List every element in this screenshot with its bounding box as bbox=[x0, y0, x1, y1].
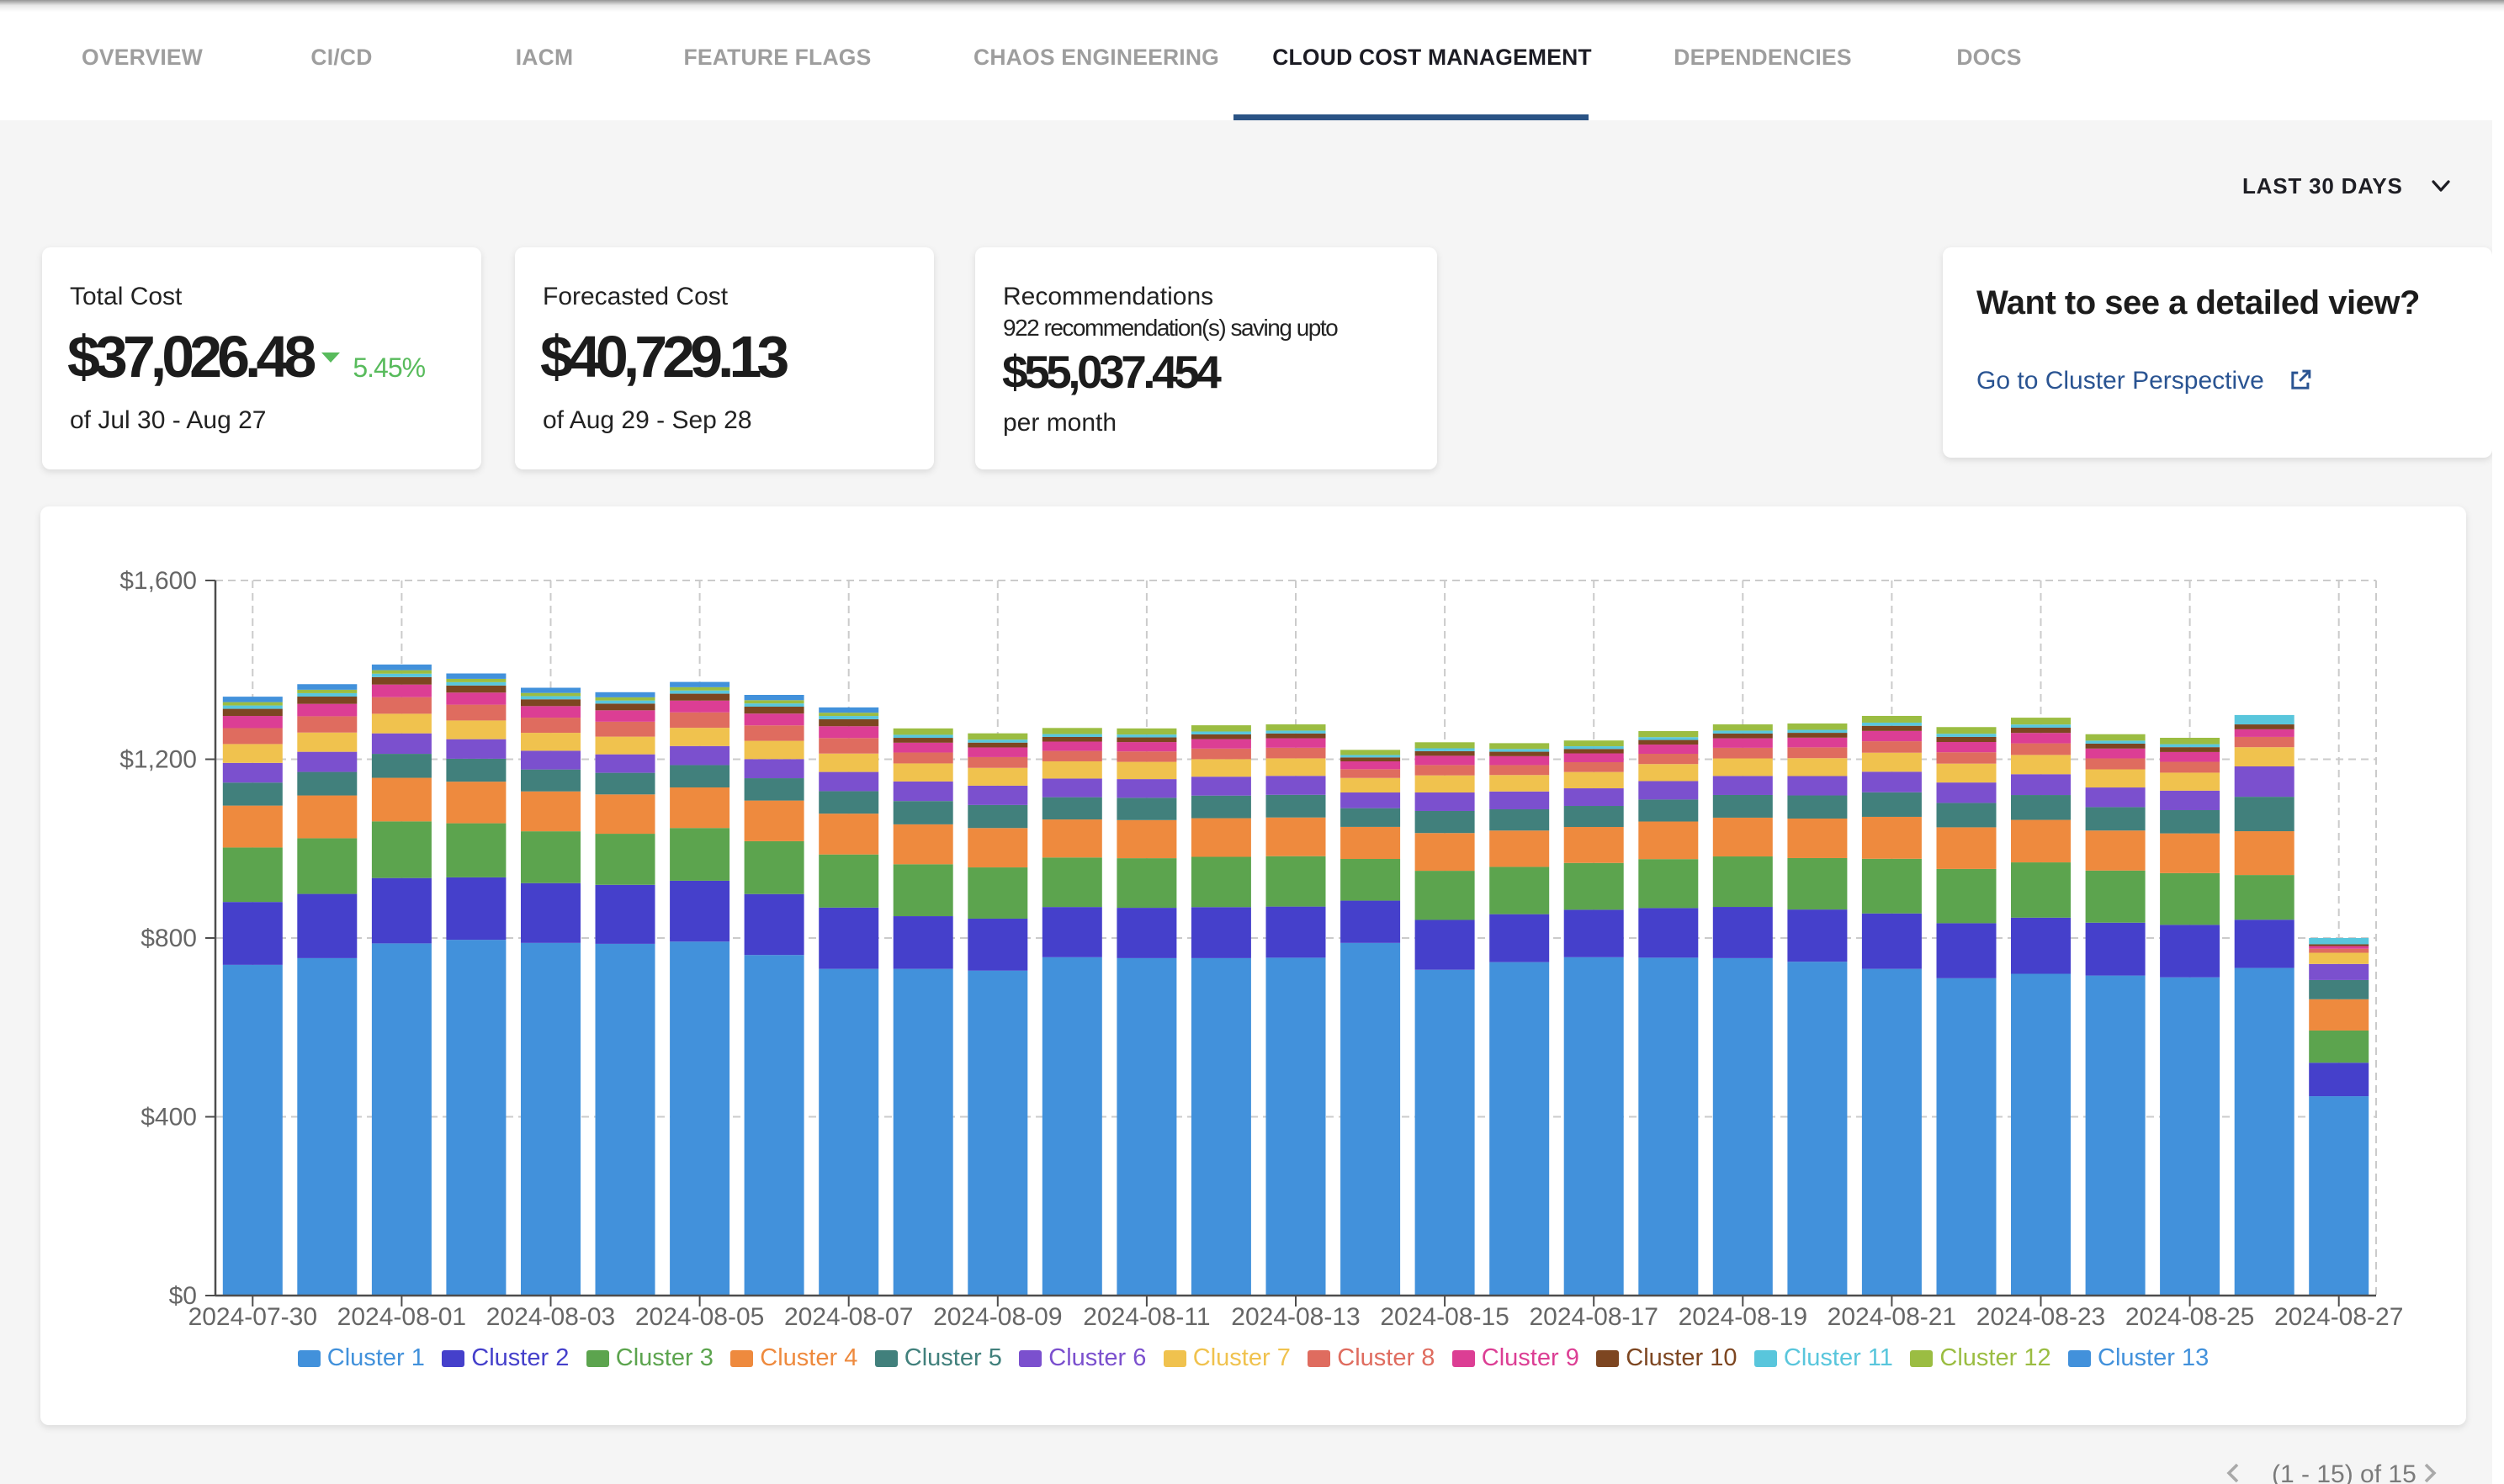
svg-text:2024-08-27: 2024-08-27 bbox=[2274, 1303, 2403, 1331]
svg-text:2024-08-11: 2024-08-11 bbox=[1083, 1303, 1210, 1331]
svg-text:2024-08-03: 2024-08-03 bbox=[486, 1303, 615, 1331]
svg-text:$400: $400 bbox=[141, 1104, 197, 1132]
svg-text:2024-08-07: 2024-08-07 bbox=[784, 1303, 913, 1331]
svg-text:2024-08-01: 2024-08-01 bbox=[337, 1303, 466, 1331]
svg-text:2024-08-09: 2024-08-09 bbox=[933, 1303, 1062, 1331]
svg-text:2024-07-30: 2024-07-30 bbox=[188, 1303, 317, 1331]
svg-text:$1,200: $1,200 bbox=[119, 746, 197, 774]
svg-text:2024-08-15: 2024-08-15 bbox=[1380, 1303, 1509, 1331]
svg-text:2024-08-21: 2024-08-21 bbox=[1828, 1303, 1956, 1331]
svg-text:2024-08-19: 2024-08-19 bbox=[1679, 1303, 1807, 1331]
svg-text:2024-08-05: 2024-08-05 bbox=[635, 1303, 764, 1331]
svg-text:2024-08-25: 2024-08-25 bbox=[2125, 1303, 2254, 1331]
svg-text:$800: $800 bbox=[141, 925, 197, 952]
svg-text:2024-08-17: 2024-08-17 bbox=[1529, 1303, 1658, 1331]
svg-text:2024-08-23: 2024-08-23 bbox=[1976, 1303, 2105, 1331]
svg-text:2024-08-13: 2024-08-13 bbox=[1231, 1303, 1360, 1331]
svg-text:$1,600: $1,600 bbox=[119, 567, 197, 595]
